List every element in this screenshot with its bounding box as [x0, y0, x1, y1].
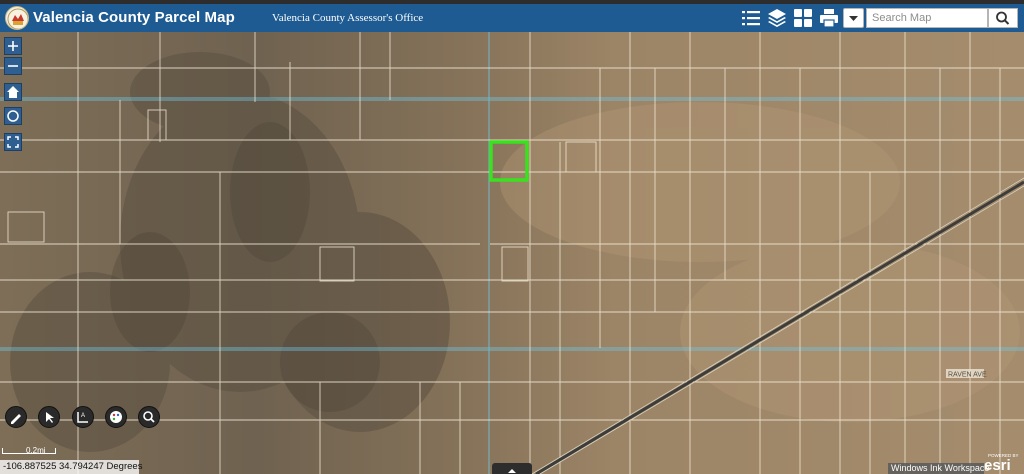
- svg-text:esri: esri: [984, 457, 1011, 473]
- search-source-dropdown[interactable]: [843, 8, 864, 28]
- fullscreen-icon: [7, 136, 19, 148]
- color-palette-icon: [110, 411, 122, 423]
- search-button[interactable]: [988, 8, 1018, 28]
- attribution-text: Windows Ink Workspace: [888, 463, 989, 474]
- draw-tool-icon: [11, 414, 21, 424]
- zoom-in-button[interactable]: [4, 37, 22, 55]
- app-header: Valencia County Parcel Map Valencia Coun…: [0, 4, 1024, 32]
- home-button[interactable]: [4, 83, 22, 101]
- chevron-up-icon: [508, 469, 516, 473]
- fullscreen-button[interactable]: [4, 133, 22, 151]
- app-title: Valencia County Parcel Map: [33, 9, 235, 26]
- chevron-down-icon: [849, 16, 858, 21]
- map-view[interactable]: RAVEN AVE A 0.2mi -106.887525 34.794247 …: [0, 32, 1024, 474]
- layers-icon[interactable]: [766, 7, 788, 29]
- legend-list-icon[interactable]: [740, 7, 762, 29]
- locate-button[interactable]: [4, 107, 22, 125]
- measure-tool-button[interactable]: A: [72, 406, 94, 428]
- svg-text:A: A: [81, 413, 85, 419]
- county-seal-logo: [5, 6, 29, 30]
- attribution-toggle[interactable]: [492, 463, 532, 474]
- esri-logo: POWERED BY esri: [982, 451, 1024, 474]
- color-palette-button[interactable]: [105, 406, 127, 428]
- zoom-out-icon: [8, 65, 18, 67]
- print-icon[interactable]: [818, 7, 840, 29]
- draw-tool-button[interactable]: [5, 406, 27, 428]
- zoom-in-icon: [8, 41, 18, 51]
- zoom-out-button[interactable]: [4, 57, 22, 75]
- select-tool-button[interactable]: [38, 406, 60, 428]
- search-input[interactable]: [866, 8, 988, 28]
- search-icon: [996, 11, 1010, 25]
- home-icon: [7, 86, 19, 98]
- scale-label: 0.2mi: [26, 446, 46, 455]
- select-tool-icon: [46, 412, 54, 423]
- identify-tool-button[interactable]: [138, 406, 160, 428]
- road-label-raven-ave: RAVEN AVE: [948, 372, 987, 379]
- measure-tool-icon: A: [77, 412, 88, 423]
- basemap-gallery-icon[interactable]: [792, 7, 814, 29]
- identify-tool-icon: [143, 411, 155, 423]
- app-subtitle: Valencia County Assessor's Office: [272, 12, 424, 24]
- locate-icon: [7, 110, 19, 122]
- coordinate-readout: -106.887525 34.794247 Degrees: [0, 460, 142, 474]
